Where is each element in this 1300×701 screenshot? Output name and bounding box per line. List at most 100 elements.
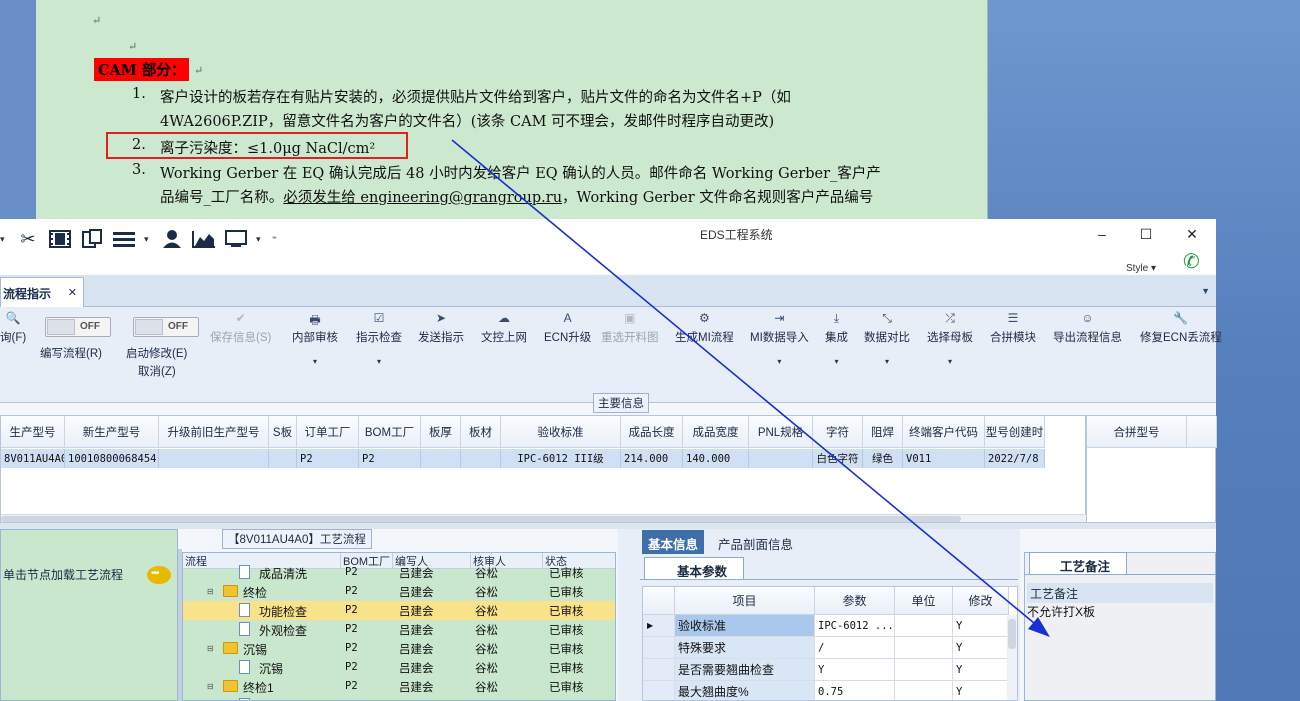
param-value[interactable]: Y — [815, 659, 895, 681]
grid-cell[interactable]: P2 — [359, 449, 421, 468]
param-unit[interactable] — [895, 681, 953, 700]
grid-cell[interactable]: V011 — [903, 449, 985, 468]
tree-row[interactable]: 沉锡 P2 吕建会 谷松 已审核 — [183, 658, 615, 677]
grid-column-header[interactable]: 订单工厂 — [297, 416, 359, 448]
param-modify[interactable]: Y — [953, 615, 1009, 637]
grid-cell[interactable]: 10010800068454 — [65, 449, 159, 468]
area-chart-icon[interactable] — [192, 228, 216, 250]
grid-column-header[interactable]: 生产型号 — [1, 416, 65, 448]
product-grid[interactable]: 生产型号 新生产型号 升级前旧生产型号 S板 订单工厂 BOM工厂 板厚 板材 验收标准 成品长度… — [0, 415, 1087, 523]
tree-row[interactable]: ⊟ 终检 P2 吕建会 谷松 已审核 — [183, 582, 615, 601]
grid-column-header[interactable]: 阻焊 — [863, 416, 903, 448]
grid-column-header[interactable]: 板材 — [461, 416, 501, 448]
grid-cell[interactable]: 140.000 — [683, 449, 749, 468]
tab-product-section[interactable]: 产品剖面信息 — [712, 530, 799, 554]
table-row[interactable]: 特殊要求 / Y — [643, 637, 1009, 659]
collapse-icon[interactable]: ⊟ — [207, 587, 214, 596]
process-remarks-pane[interactable]: 工艺备注 工艺备注 不允许打X板 — [1024, 552, 1216, 701]
list-dropdown-icon[interactable]: ▾ — [144, 234, 152, 245]
tree-row[interactable]: 成品清洗 P2 吕建会 谷松 已审核 — [183, 563, 615, 582]
tab-process-remarks[interactable]: 工艺备注 — [1029, 552, 1127, 574]
grid-column-header[interactable]: 字符 — [813, 416, 863, 448]
merge-model-grid[interactable]: 合拼型号 — [1086, 415, 1217, 523]
left-node-pane[interactable]: 单击节点加载工艺流程 ••• — [0, 529, 178, 701]
param-unit[interactable] — [895, 659, 953, 681]
select-mother-board-button[interactable]: ⤮ 选择母板 ▾ — [927, 311, 973, 366]
grid-column-header[interactable]: 终端客户代码 — [903, 416, 985, 448]
user-icon[interactable] — [160, 228, 184, 250]
table-row[interactable]: 最大翘曲度% 0.75 Y — [643, 681, 1009, 700]
grid-column-header[interactable]: S板 — [269, 416, 297, 448]
maximize-button[interactable]: ☐ — [1131, 223, 1161, 245]
grid-column-header[interactable]: 成品宽度 — [683, 416, 749, 448]
param-modify[interactable]: Y — [953, 637, 1009, 659]
tree-row[interactable]: ⊟ 终检1 P2 吕建会 谷松 已审核 — [183, 677, 615, 696]
integrate-button[interactable]: ⤓ 集成 ▾ — [825, 311, 848, 366]
save-info-button[interactable]: ✔ 保存信息(S) — [210, 311, 271, 345]
style-menu[interactable]: Style ▾ — [1126, 263, 1156, 274]
vertical-scrollbar[interactable] — [1007, 615, 1017, 700]
file-upload-button[interactable]: ☁ 文控上网 — [481, 311, 527, 345]
grid-column-header[interactable]: 新生产型号 — [65, 416, 159, 448]
param-value[interactable]: 0.75 — [815, 681, 895, 700]
export-flow-button[interactable]: ☺ 导出流程信息 — [1053, 311, 1122, 345]
param-value[interactable]: / — [815, 637, 895, 659]
grid-cell[interactable]: 8V011AU4A0 — [1, 449, 65, 468]
grid-column-header[interactable]: 验收标准 — [501, 416, 621, 448]
word-document[interactable]: ↵ ↵ CAM 部分： ↵ 1. 客户设计的板若存在有贴片安装的，必须提供贴片文… — [36, 0, 988, 220]
table-row[interactable]: 8V011AU4A0 10010800068454 P2 P2 IPC-6012 III… — [1, 449, 1045, 468]
internal-review-button[interactable]: 🖶 内部审核 ▾ — [292, 311, 338, 366]
vertical-splitter[interactable] — [618, 529, 640, 701]
grid-cell[interactable]: 214.000 — [621, 449, 683, 468]
params-table[interactable]: 项目 参数 单位 修改 ▶ 验收标准 IPC-6012 ... Y 特殊要求 / Y 是否需要翘曲检… — [642, 586, 1018, 701]
grid-cell[interactable] — [269, 449, 297, 468]
edit-flow-toggle[interactable]: OFF — [45, 317, 111, 337]
param-modify[interactable]: Y — [953, 681, 1009, 700]
grid-column-header[interactable]: 升级前旧生产型号 — [159, 416, 269, 448]
close-button[interactable]: ✕ — [1177, 223, 1207, 245]
param-unit[interactable] — [895, 637, 953, 659]
table-row[interactable]: 是否需要翘曲检查 Y Y — [643, 659, 1009, 681]
list-icon[interactable] — [112, 228, 136, 250]
grid-cell[interactable]: 绿色 — [863, 449, 903, 468]
grid-cell[interactable] — [749, 449, 813, 468]
subtab-basic-params[interactable]: 基本参数 — [644, 557, 744, 579]
tree-row[interactable]: 外观检查 P2 吕建会 谷松 已审核 — [183, 620, 615, 639]
tab-flow-instruction[interactable]: 流程指示 ✕ — [0, 277, 84, 307]
grid-cell[interactable]: 白色字符 — [813, 449, 863, 468]
gen-mi-flow-button[interactable]: ⚙ 生成MI流程 — [675, 311, 734, 345]
cancel-button[interactable]: 取消(Z) — [138, 363, 176, 379]
grid-column-header[interactable]: 板厚 — [421, 416, 461, 448]
params-column-header[interactable]: 项目 — [675, 587, 815, 615]
phone-icon[interactable]: ✆ — [1183, 249, 1200, 274]
monitor-icon[interactable] — [224, 228, 248, 250]
grid-cell[interactable]: IPC-6012 III级 — [501, 449, 621, 468]
ecn-upgrade-button[interactable]: A ECN升级 — [544, 311, 591, 345]
grid-column-header[interactable]: 成品长度 — [621, 416, 683, 448]
email-link[interactable]: 必须发生给 engineering@grangroup.ru — [283, 190, 562, 206]
remarks-value[interactable]: 不允许打X板 — [1027, 603, 1095, 620]
grid-cell[interactable]: P2 — [297, 449, 359, 468]
collapse-icon[interactable]: ⊟ — [207, 682, 214, 691]
tree-row[interactable]: ⊟ 沉锡 P2 吕建会 谷松 已审核 — [183, 639, 615, 658]
horizontal-scrollbar[interactable] — [1, 514, 1087, 522]
params-column-header[interactable]: 单位 — [895, 587, 953, 615]
tab-list-dropdown-icon[interactable]: ▼ — [1201, 286, 1210, 296]
tab-basic-info[interactable]: 基本信息 — [642, 530, 705, 554]
collapse-icon[interactable]: ⊟ — [207, 644, 214, 653]
eds-app-window[interactable]: ▾ ✂ ▾ ▾ ⁼ EDS工程系统 – ☐ ✕ Style ▾ ✆ 流程指示 ✕… — [0, 219, 1222, 701]
instruction-check-button[interactable]: ☑ 指示检查 ▾ — [356, 311, 402, 366]
table-row[interactable]: ▶ 验收标准 IPC-6012 ... Y — [643, 615, 1009, 637]
tree-row[interactable]: 功能检查 P2 吕建会 谷松 已审核 — [183, 601, 615, 620]
process-flow-tree[interactable]: 流程 BOM工厂 编写人 核审人 状态 成品清洗 P2 吕建会 谷松 已审核 ⊟ 终检 P2 吕建会 谷松… — [182, 552, 616, 701]
params-column-header[interactable]: 参数 — [815, 587, 895, 615]
grid-cell[interactable]: 2022/7/8 — [985, 449, 1045, 468]
minimize-button[interactable]: – — [1087, 223, 1117, 245]
grid-column-header[interactable]: PNL规格 — [749, 416, 813, 448]
chat-bubble-icon[interactable]: ••• — [147, 566, 171, 584]
send-instruction-button[interactable]: ➤ 发送指示 — [418, 311, 464, 345]
info-pane[interactable]: 基本信息 产品剖面信息 基本参数 项目 参数 单位 修改 ▶ 验收标准 IPC-6012 … — [640, 529, 1020, 701]
reselect-material-button[interactable]: ▣ 重选开料图 — [601, 311, 659, 345]
close-tab-icon[interactable]: ✕ — [68, 286, 77, 299]
grid-column-header[interactable]: BOM工厂 — [359, 416, 421, 448]
